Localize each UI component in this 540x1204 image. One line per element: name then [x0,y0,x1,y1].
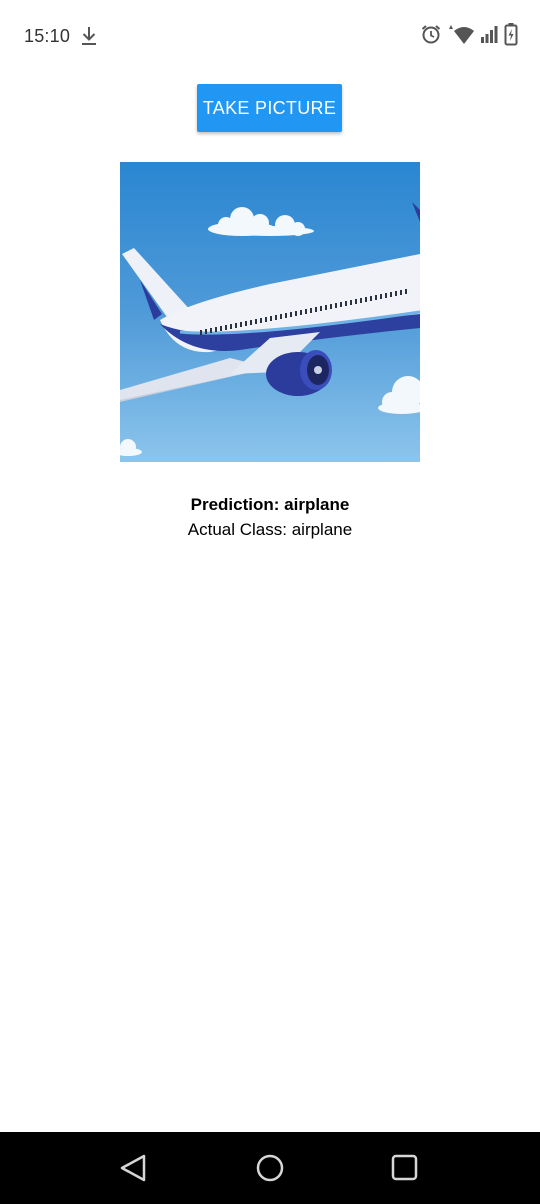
alarm-icon [420,23,442,50]
navigation-bar [0,1132,540,1204]
download-icon [80,24,98,48]
recents-icon[interactable] [383,1146,427,1190]
status-icons [420,22,518,51]
battery-charging-icon [504,22,518,51]
status-bar: 15:10 [0,0,540,72]
cell-signal-icon [480,24,498,49]
home-icon[interactable] [248,1146,292,1190]
airplane-photo [120,162,420,462]
status-time: 15:10 [24,26,71,46]
back-icon[interactable] [112,1146,156,1190]
take-picture-button[interactable]: TAKE PICTURE [197,84,342,132]
actual-class-text: Actual Class: airplane [187,520,353,539]
prediction-text: Prediction: airplane [190,495,350,514]
wifi-icon [448,23,474,50]
